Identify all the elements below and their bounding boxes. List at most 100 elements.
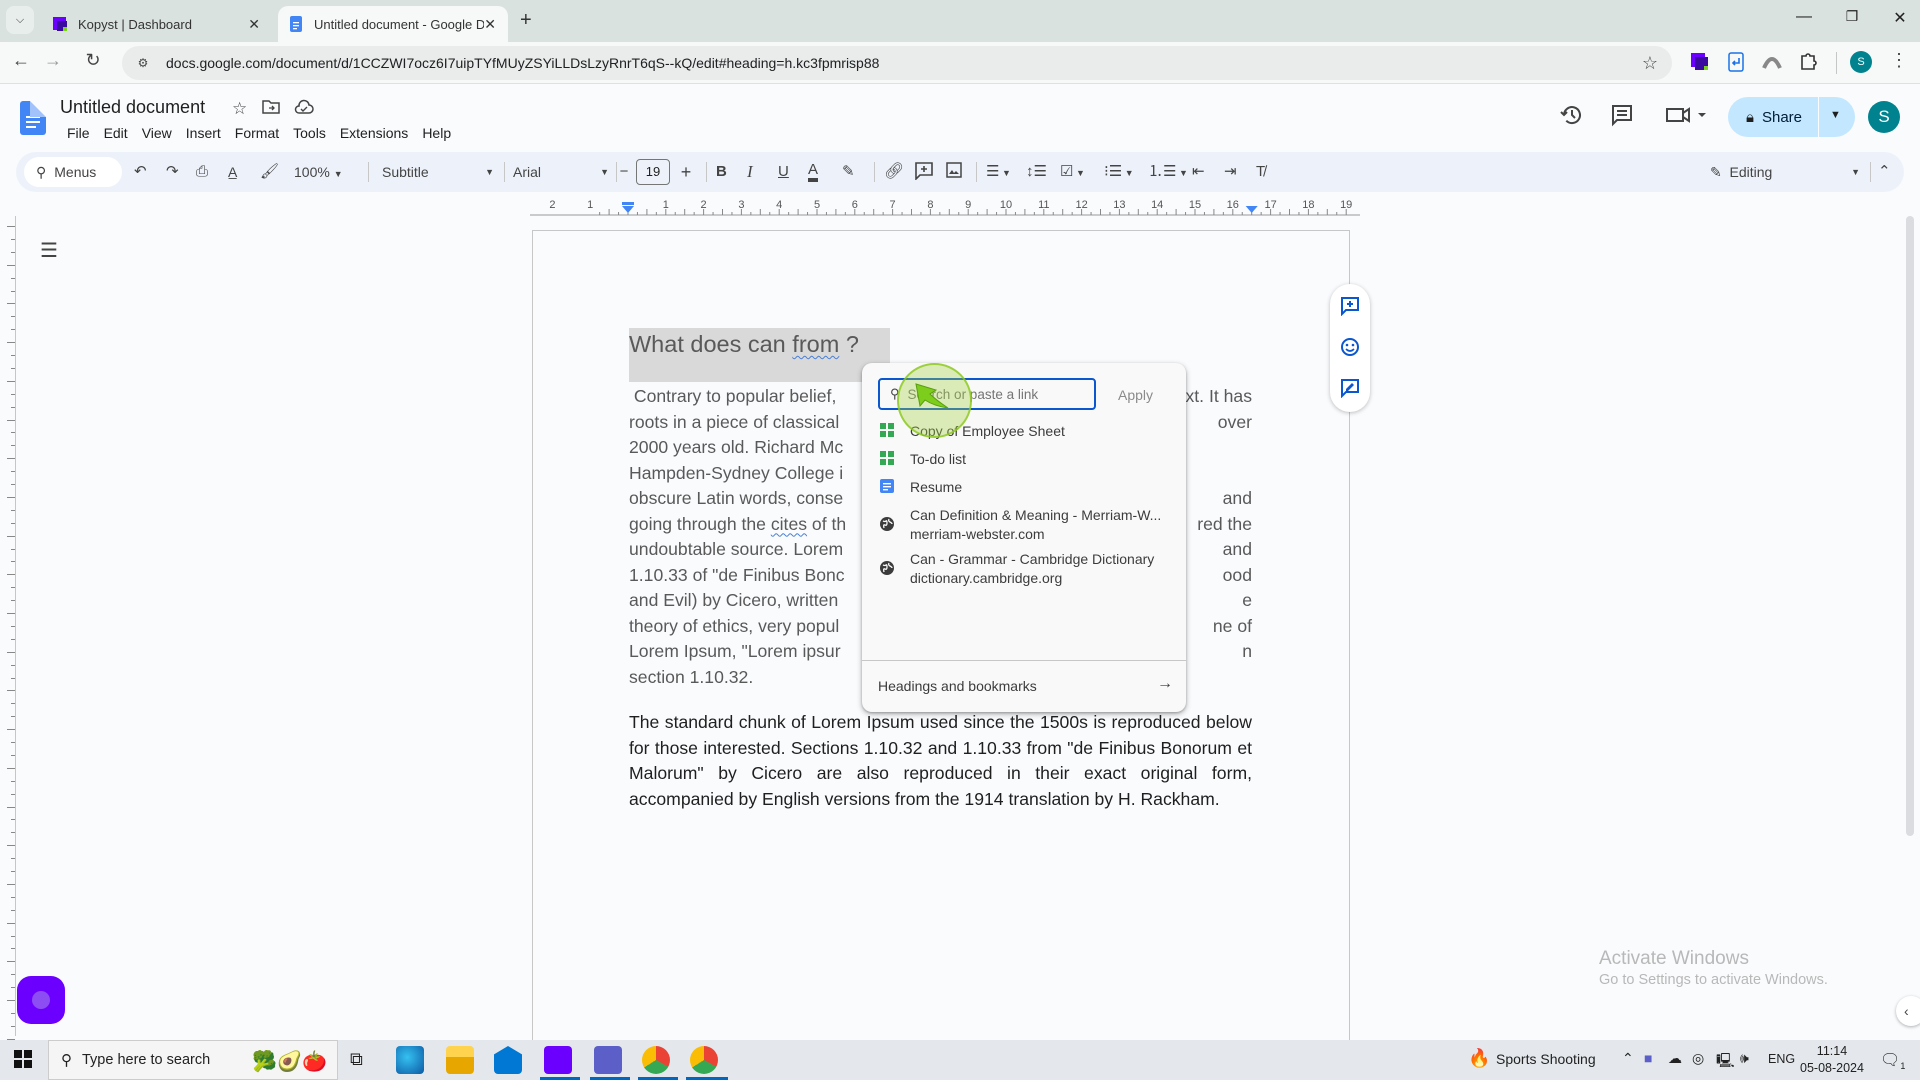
teams-tray-icon[interactable]: ■ xyxy=(1644,1050,1652,1066)
kopyst-widget-button[interactable] xyxy=(17,976,65,1024)
teams-icon[interactable] xyxy=(594,1046,622,1074)
minimize-icon[interactable]: — xyxy=(1784,8,1824,26)
arc-extension-icon[interactable] xyxy=(1762,52,1782,72)
text-color-icon[interactable]: A xyxy=(808,162,819,182)
checklist-icon[interactable]: ☑ ▼ xyxy=(1060,162,1085,182)
close-tab-icon[interactable]: ✕ xyxy=(484,16,496,33)
url-bar[interactable]: ⚙ docs.google.com/document/d/1CCZWI7ocz6… xyxy=(122,46,1672,80)
increase-indent-icon[interactable]: ⇥ xyxy=(1224,162,1237,182)
camera-icon[interactable]: ◎ xyxy=(1692,1050,1704,1067)
mail-icon[interactable] xyxy=(494,1046,522,1074)
numbered-list-icon[interactable]: ⒈☰ ▼ xyxy=(1148,162,1188,182)
url-text[interactable]: docs.google.com/document/d/1CCZWI7ocz6I7… xyxy=(166,55,879,71)
print-icon[interactable]: ⎙ xyxy=(196,162,208,182)
network-icon[interactable]: 🖳 xyxy=(1716,1050,1735,1074)
add-comment-icon[interactable] xyxy=(1340,296,1360,317)
search-menus-button[interactable]: ⚲ Menus xyxy=(24,157,122,187)
suggest-edits-icon[interactable] xyxy=(1340,378,1360,399)
insert-link-icon[interactable]: 🔗︎ xyxy=(884,162,904,182)
bulleted-list-icon[interactable]: ⁝☰ ▼ xyxy=(1104,162,1134,182)
increase-font-size-icon[interactable]: + xyxy=(676,162,696,182)
italic-icon[interactable]: I xyxy=(747,162,753,182)
menu-file[interactable]: File xyxy=(60,123,97,143)
font-select[interactable]: Arial ▼ xyxy=(513,162,609,182)
news-torch-icon[interactable]: 🔥 xyxy=(1468,1048,1490,1069)
apply-button[interactable]: Apply xyxy=(1118,387,1153,403)
decrease-font-size-icon[interactable]: − xyxy=(614,162,634,182)
notifications-icon[interactable]: 🗨︎1 xyxy=(1880,1050,1905,1071)
horizontal-ruler[interactable]: 2 1 1 2 3 4 5 6 7 8 9 10 11 12 13 14 15 16 17 18 19 xyxy=(530,198,1360,216)
link-suggestion-item[interactable]: Resume xyxy=(862,474,1186,502)
arrow-right-icon[interactable]: → xyxy=(1157,675,1173,693)
kopyst-extension-icon[interactable] xyxy=(1690,52,1710,72)
redo-icon[interactable]: ↷ xyxy=(166,162,179,182)
align-left-icon[interactable]: ☰ ▼ xyxy=(986,162,1011,182)
windows-start-icon[interactable] xyxy=(14,1050,32,1068)
tab-google-docs[interactable]: Untitled document - Google Do ✕ xyxy=(278,6,508,42)
document-outline-icon[interactable]: ☰ xyxy=(40,238,58,263)
editing-mode-select[interactable]: ✎ Editing ▼ xyxy=(1710,162,1860,182)
google-docs-logo-icon[interactable] xyxy=(20,101,46,135)
menu-edit[interactable]: Edit xyxy=(97,123,135,143)
site-settings-icon[interactable]: ⚙ xyxy=(132,56,154,70)
new-tab-plus-icon[interactable]: + xyxy=(520,9,532,32)
onedrive-icon[interactable]: ☁ xyxy=(1668,1050,1682,1067)
collapse-menus-chevron-up-icon[interactable]: ⌃ xyxy=(1878,162,1891,182)
tab-search-button[interactable]: ⌵ xyxy=(6,6,34,34)
menu-insert[interactable]: Insert xyxy=(179,123,228,143)
share-dropdown-caret-icon[interactable]: ▼ xyxy=(1830,109,1841,121)
volume-icon[interactable]: 🕪 xyxy=(1740,1050,1749,1067)
restore-icon[interactable]: ❐ xyxy=(1832,8,1872,25)
cloud-saved-icon[interactable] xyxy=(294,99,314,120)
document-heading[interactable]: What does can from ? xyxy=(629,328,859,360)
add-comment-icon[interactable] xyxy=(915,162,933,182)
move-folder-icon[interactable] xyxy=(262,99,280,120)
reload-icon[interactable]: ↻ xyxy=(80,50,106,71)
taskbar-search-box[interactable]: ⚲ Type here to search 🥦🥑🍅 xyxy=(48,1040,338,1080)
paragraph-2[interactable]: The standard chunk of Lorem Ipsum used s… xyxy=(629,710,1252,812)
font-size-input[interactable]: 19 xyxy=(636,159,670,185)
menu-format[interactable]: Format xyxy=(228,123,286,143)
edge-browser-icon[interactable] xyxy=(396,1046,424,1074)
back-arrow-icon[interactable]: ← xyxy=(8,50,34,71)
profile-avatar[interactable]: S xyxy=(1850,51,1872,73)
link-suggestion-item[interactable]: To-do list xyxy=(862,446,1186,474)
menu-help[interactable]: Help xyxy=(415,123,458,143)
bold-icon[interactable]: B xyxy=(716,162,727,182)
clear-formatting-icon[interactable]: T̸ xyxy=(1256,162,1265,182)
task-view-icon[interactable]: ⧉ xyxy=(350,1049,363,1070)
menu-view[interactable]: View xyxy=(135,123,179,143)
translate-extension-icon[interactable] xyxy=(1726,52,1746,72)
clock[interactable]: 11:14 05-08-2024 xyxy=(1800,1043,1864,1077)
tab-kopyst[interactable]: Kopyst | Dashboard ✕ xyxy=(42,6,272,42)
extensions-puzzle-icon[interactable] xyxy=(1798,52,1818,72)
vertical-ruler[interactable] xyxy=(0,216,16,1040)
bookmark-star-icon[interactable]: ☆ xyxy=(1642,53,1658,74)
close-tab-icon[interactable]: ✕ xyxy=(248,16,260,33)
language-indicator[interactable]: ENG xyxy=(1768,1052,1795,1066)
spellcheck-icon[interactable]: A̲ xyxy=(228,162,237,182)
chrome-profile-a-icon[interactable] xyxy=(642,1046,670,1074)
user-avatar[interactable]: S xyxy=(1868,101,1900,133)
paragraph-style-select[interactable]: Subtitle ▼ xyxy=(382,162,494,182)
emoji-reaction-icon[interactable] xyxy=(1340,337,1360,357)
undo-icon[interactable]: ↶ xyxy=(134,162,147,182)
right-indent-marker[interactable] xyxy=(1245,206,1258,213)
zoom-select[interactable]: 100% ▼ xyxy=(294,162,343,182)
forward-arrow-icon[interactable]: → xyxy=(40,50,66,71)
headings-and-bookmarks-link[interactable]: Headings and bookmarks xyxy=(878,678,1037,694)
vertical-scrollbar[interactable] xyxy=(1906,216,1914,836)
link-suggestion-item[interactable]: Can Definition & Meaning - Merriam-W... m… xyxy=(862,502,1186,546)
meet-video-icon[interactable] xyxy=(1665,103,1709,133)
highlight-color-icon[interactable]: ✎ xyxy=(842,162,855,182)
comments-icon[interactable] xyxy=(1610,103,1634,133)
news-widget-label[interactable]: Sports Shooting xyxy=(1496,1051,1596,1067)
chrome-menu-kebab-icon[interactable]: ⋮ xyxy=(1890,50,1908,71)
document-title[interactable]: Untitled document xyxy=(60,97,205,118)
file-explorer-icon[interactable] xyxy=(446,1046,474,1074)
menu-tools[interactable]: Tools xyxy=(286,123,333,143)
line-spacing-icon[interactable]: ↕☰ xyxy=(1026,162,1047,182)
share-button[interactable]: 🔒︎ Share ▼ xyxy=(1728,97,1855,137)
star-icon[interactable]: ☆ xyxy=(232,99,247,119)
menu-extensions[interactable]: Extensions xyxy=(333,123,415,143)
